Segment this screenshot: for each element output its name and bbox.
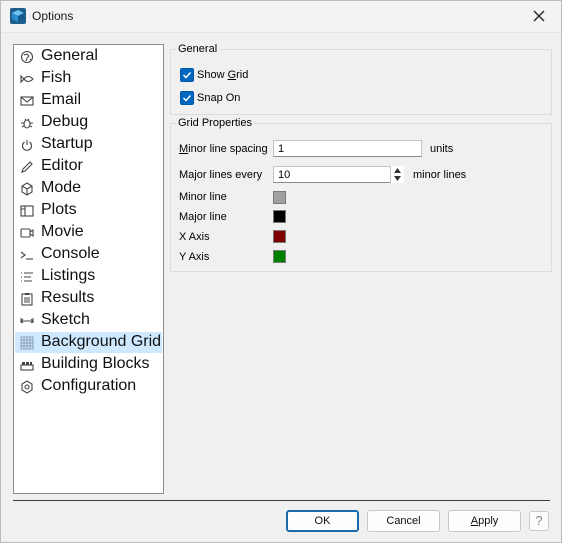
fish-icon <box>20 74 34 84</box>
cube-icon <box>21 182 33 196</box>
gear-icon <box>21 380 33 394</box>
x-axis-color-swatch[interactable] <box>273 230 286 243</box>
terminal-prompt-icon <box>20 251 33 260</box>
minor-line-spacing-label: Minor line spacing <box>179 143 268 155</box>
sidebar-item-results[interactable]: Results <box>15 288 162 309</box>
sidebar-item-startup[interactable]: Startup <box>15 134 162 155</box>
sidebar-item-movie[interactable]: Movie <box>15 222 162 243</box>
title-bar: Options <box>1 1 561 33</box>
sidebar-item-sketch[interactable]: Sketch <box>15 310 162 331</box>
ok-button[interactable]: OK <box>286 510 359 532</box>
sidebar-item-plots[interactable]: Plots <box>15 200 162 221</box>
help-button[interactable]: ? <box>529 511 549 531</box>
blocks-icon <box>20 362 34 371</box>
minor-line-spacing-input[interactable] <box>273 140 422 157</box>
bug-icon <box>21 118 33 129</box>
options-category-list: General Fish Email Debug Startup Editor … <box>13 44 164 494</box>
major-line-color-label: Major line <box>179 211 227 223</box>
snap-on-checkbox[interactable] <box>180 91 194 105</box>
sidebar-item-building-blocks[interactable]: Building Blocks <box>15 354 162 375</box>
y-axis-color-swatch[interactable] <box>273 250 286 263</box>
pencil-icon <box>21 161 33 173</box>
sidebar-item-general[interactable]: General <box>15 46 162 67</box>
sidebar-item-fish[interactable]: Fish <box>15 68 162 89</box>
sidebar-item-editor[interactable]: Editor <box>15 156 162 177</box>
sidebar-item-console[interactable]: Console <box>15 244 162 265</box>
button-bar-divider <box>13 500 550 501</box>
cancel-button[interactable]: Cancel <box>367 510 440 532</box>
y-axis-color-label: Y Axis <box>179 251 210 263</box>
x-axis-color-label: X Axis <box>179 231 210 243</box>
sidebar-item-configuration[interactable]: Configuration <box>15 376 162 397</box>
spin-down-icon[interactable] <box>394 176 401 181</box>
dimension-sketch-icon <box>20 318 34 324</box>
snap-on-label: Snap On <box>197 92 241 104</box>
video-camera-icon <box>20 228 34 238</box>
list-icon <box>21 272 33 282</box>
options-dialog: Options General Fish Email Debug Startup <box>0 0 562 543</box>
checkmark-icon <box>182 94 192 102</box>
major-lines-unit-label: minor lines <box>413 169 467 181</box>
minor-spacing-unit-label: units <box>430 143 454 155</box>
power-icon <box>22 140 32 151</box>
cube-app-icon <box>10 8 26 24</box>
sidebar-item-background-grid[interactable]: Background Grid <box>15 332 162 353</box>
sidebar-item-email[interactable]: Email <box>15 90 162 111</box>
general-group-title: General <box>176 43 220 55</box>
sidebar-item-mode[interactable]: Mode <box>15 178 162 199</box>
major-lines-every-spinbox[interactable] <box>273 166 404 183</box>
window-title: Options <box>32 9 74 23</box>
general-groupbox <box>170 49 552 115</box>
minor-line-color-label: Minor line <box>179 191 227 203</box>
globe-icon <box>20 50 34 64</box>
minor-line-color-swatch[interactable] <box>273 191 286 204</box>
envelope-icon <box>20 96 34 106</box>
show-grid-checkbox[interactable] <box>180 68 194 82</box>
sidebar-item-listings[interactable]: Listings <box>15 266 162 287</box>
major-line-color-swatch[interactable] <box>273 210 286 223</box>
major-lines-every-label: Major lines every <box>179 169 263 181</box>
grid-properties-title: Grid Properties <box>176 117 254 129</box>
major-lines-spin-arrows[interactable] <box>390 166 404 183</box>
grid-icon <box>20 336 34 350</box>
checkmark-icon <box>182 71 192 79</box>
plots-panel-icon <box>20 205 34 217</box>
apply-button[interactable]: Apply <box>448 510 521 532</box>
close-icon[interactable] <box>531 8 547 24</box>
spin-up-icon[interactable] <box>394 168 401 173</box>
sidebar-item-debug[interactable]: Debug <box>15 112 162 133</box>
show-grid-label: Show Grid <box>197 69 249 81</box>
clipboard-icon <box>21 293 33 306</box>
